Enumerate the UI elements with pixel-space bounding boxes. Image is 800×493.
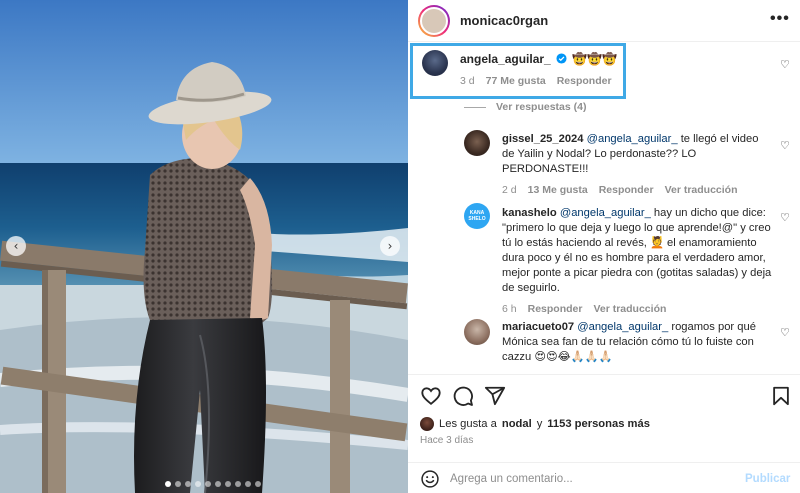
comment-avatar[interactable] [464,319,490,345]
comment-meta: 3 d 77 Me gusta Responder [460,75,612,87]
share-icon[interactable] [484,385,506,407]
avatar-logo-text: KANA SHELO [468,210,486,222]
comment-likes[interactable]: 13 Me gusta [528,183,588,198]
emoji-icon[interactable] [420,469,440,489]
author-username[interactable]: monicac0rgan [460,13,548,28]
comment-age: 6 h [502,303,517,315]
comment-like-heart-icon[interactable]: ♡ [780,58,790,71]
comment-age: 3 d [460,75,475,87]
comment-meta: 6 h Responder Ver traducción [502,302,772,317]
action-bar [420,385,792,407]
comment-username[interactable]: mariacueto07 [502,321,574,333]
comment-username[interactable]: kanashelo [502,207,557,219]
translate-button[interactable]: Ver traducción [665,183,738,198]
comment-like-heart-icon[interactable]: ♡ [780,211,790,224]
carousel-dot [245,481,251,487]
likes-joiner: y [536,418,543,430]
post-comment-button[interactable]: Publicar [745,473,790,485]
comments-list[interactable]: angela_aguilar_ 🤠🤠🤠 3 d 77 Me gusta Resp… [408,43,800,374]
comment-like-heart-icon[interactable]: ♡ [780,326,790,339]
carousel-dot [225,481,231,487]
comment-body: angela_aguilar_ 🤠🤠🤠 [460,52,617,66]
carousel-prev-button[interactable]: ‹ [6,236,26,256]
comment-input[interactable] [450,469,730,489]
carousel-dots [165,481,261,487]
carousel-dot [195,481,201,487]
carousel-dot [205,481,211,487]
comment-like-heart-icon[interactable]: ♡ [780,139,790,152]
heart-icon[interactable] [420,385,442,407]
comment-mention[interactable]: @angela_aguilar_ [577,321,668,333]
comment-mention[interactable]: @angela_aguilar_ [587,133,678,145]
post-photo[interactable]: ‹ › [0,0,408,493]
carousel-dot [235,481,241,487]
likes-user[interactable]: nodal [502,418,532,430]
comment-username[interactable]: gissel_25_2024 [502,133,584,145]
view-replies-button[interactable]: Ver respuestas (4) [464,101,586,113]
author-avatar[interactable] [418,5,450,37]
carousel-dot [185,481,191,487]
comment-icon[interactable] [452,385,474,407]
replies-divider [464,106,486,108]
comment-meta: 2 d 13 Me gusta Responder Ver traducción [502,183,772,198]
reply-button[interactable]: Responder [599,183,654,198]
bookmark-icon[interactable] [770,385,792,407]
more-options-icon[interactable]: ••• [770,10,790,28]
comment-mention[interactable]: @angela_aguilar_ [560,207,651,219]
post-header: monicac0rgan ••• [408,0,800,42]
likes-count[interactable]: 1153 personas más [547,418,650,430]
post-footer: Les gusta a nodal y 1153 personas más Ha… [408,374,800,493]
likes-prefix: Les gusta a [439,418,497,430]
translate-button[interactable]: Ver traducción [593,302,666,317]
carousel-dot [215,481,221,487]
view-replies-label: Ver respuestas (4) [496,101,587,113]
post-panel: monicac0rgan ••• angela_aguilar_ 🤠🤠🤠 3 d… [408,0,800,493]
comment-composer: Publicar [408,462,800,493]
photo-illustration [0,0,408,493]
comment-body: gissel_25_2024 @angela_aguilar_ te llegó… [502,132,772,198]
carousel-dot [165,481,171,487]
carousel-dot [255,481,261,487]
comment-likes[interactable]: 77 Me gusta [486,75,546,87]
comment-body: mariacueto07 @angela_aguilar_ rogamos po… [502,320,772,365]
post-time: Hace 3 días [420,435,474,446]
comment-age: 2 d [502,184,517,196]
carousel-next-button[interactable]: › [380,236,400,256]
comment-avatar[interactable]: KANA SHELO [464,203,490,229]
comment-text: 🤠🤠🤠 [572,52,618,66]
verified-badge-icon [556,53,567,64]
comment-avatar[interactable] [422,50,448,76]
comment-body: kanashelo @angela_aguilar_ hay un dicho … [502,206,772,317]
likes-summary: Les gusta a nodal y 1153 personas más [420,417,650,431]
carousel-dot [175,481,181,487]
liker-avatar[interactable] [420,417,434,431]
comment-text: hay un dicho que dice: "primero lo que d… [502,207,772,294]
reply-button[interactable]: Responder [528,302,583,317]
comment-username[interactable]: angela_aguilar_ [460,52,551,66]
reply-button[interactable]: Responder [557,75,612,87]
comment-avatar[interactable] [464,130,490,156]
